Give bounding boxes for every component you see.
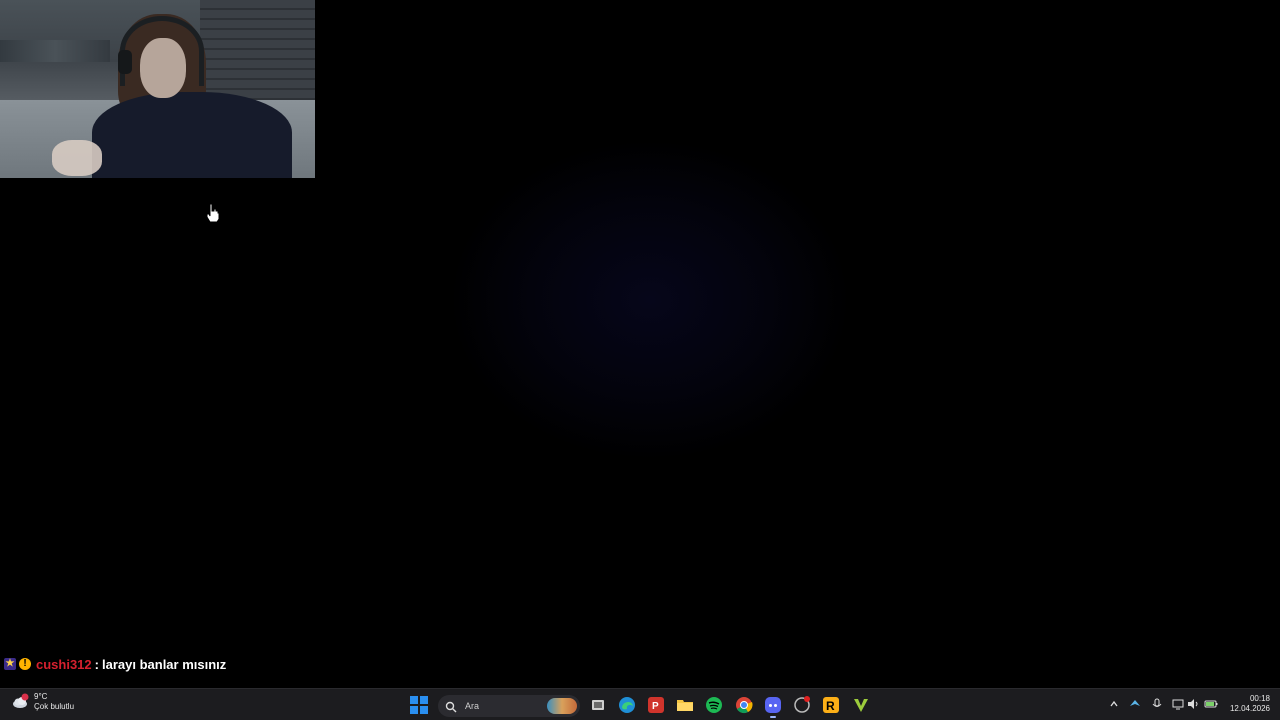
steam-tray-icon[interactable]: [1128, 697, 1142, 711]
search-icon: [445, 700, 457, 713]
moderator-star-icon: ★: [4, 658, 16, 670]
file-explorer-icon[interactable]: [675, 695, 695, 715]
taskbar: 9°C Çok bulutlu Ara P R 00:18 12.04.2026: [0, 688, 1280, 720]
battery-icon[interactable]: [1204, 697, 1218, 711]
webcam-shelf: [0, 40, 110, 62]
weather-condition: Çok bulutlu: [34, 702, 75, 711]
powerpoint-style-icon[interactable]: P: [646, 695, 666, 715]
chat-separator: :: [94, 656, 99, 672]
webcam-person-body: [92, 92, 292, 178]
start-icon[interactable]: [410, 696, 428, 714]
speaker-icon[interactable]: [1186, 697, 1200, 711]
weather-widget[interactable]: 9°C Çok bulutlu: [12, 692, 74, 712]
chat-message: ★ ! cushi312 : larayı banlar mısınız: [4, 655, 226, 673]
vantage-icon[interactable]: [851, 695, 871, 715]
weather-temperature: 9°C: [34, 692, 48, 701]
search-box[interactable]: Ara: [438, 695, 580, 717]
edge-icon[interactable]: [617, 695, 637, 715]
task-view-icon[interactable]: [588, 695, 608, 715]
headset-earcup: [118, 50, 132, 74]
cloud-icon: [12, 693, 30, 711]
svg-text:P: P: [652, 701, 659, 712]
headset-icon: [120, 16, 204, 86]
webcam-overlay: [0, 0, 315, 178]
steam-update-icon[interactable]: [792, 695, 812, 715]
network-icon[interactable]: [1171, 697, 1185, 711]
system-clock[interactable]: 00:18 12.04.2026: [1226, 694, 1270, 714]
svg-text:R: R: [826, 699, 835, 713]
search-highlight-image: [547, 698, 577, 714]
microphone-icon[interactable]: [1150, 697, 1164, 711]
chevron-up-icon[interactable]: [1107, 697, 1121, 711]
clock-time: 00:18: [1249, 694, 1270, 703]
webcam-person-hand: [52, 140, 102, 176]
spotify-icon[interactable]: [704, 695, 724, 715]
search-placeholder: Ara: [465, 701, 480, 711]
discord-icon[interactable]: [763, 695, 783, 718]
clock-date: 12.04.2026: [1229, 704, 1270, 713]
hand-cursor-icon: [206, 203, 220, 223]
chrome-icon[interactable]: [734, 695, 754, 715]
chat-username: cushi312: [36, 656, 92, 672]
rockstar-icon[interactable]: R: [821, 695, 841, 715]
chat-message-text: larayı banlar mısınız: [102, 656, 227, 672]
alert-icon: !: [19, 658, 31, 670]
